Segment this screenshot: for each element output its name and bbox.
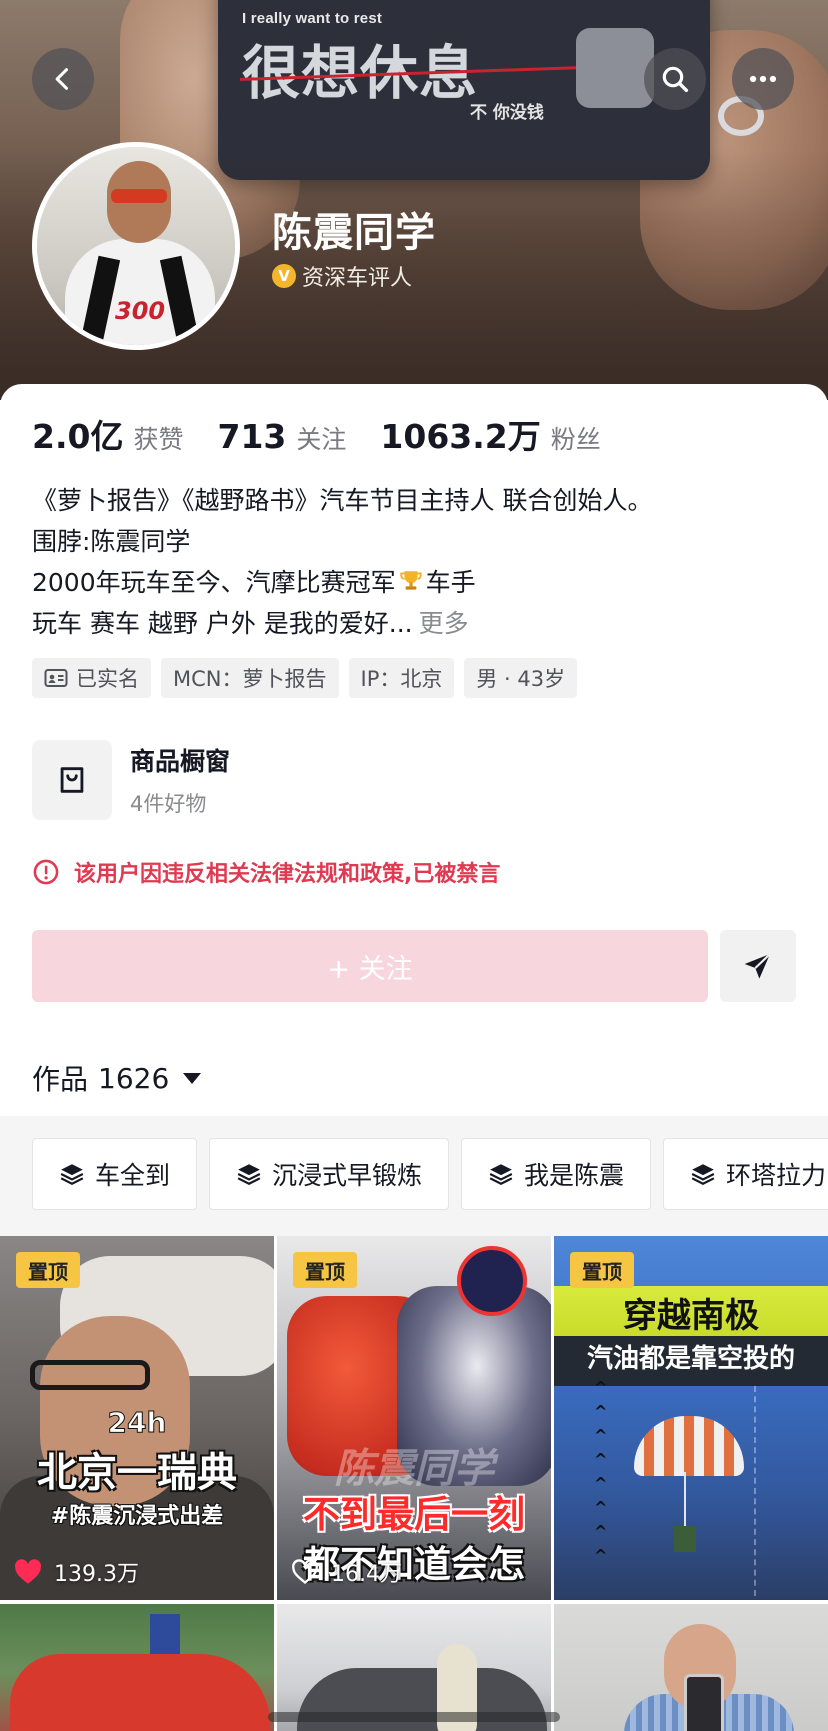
video-tile[interactable] bbox=[554, 1604, 828, 1731]
cover-subtitle: 汽油都是靠空投的 bbox=[586, 1344, 795, 1374]
avatar[interactable]: 300 bbox=[32, 142, 240, 350]
tag-label: 男 · 43岁 bbox=[476, 667, 566, 691]
stat-following[interactable]: 713 关注 bbox=[217, 417, 346, 456]
video-tile[interactable] bbox=[0, 1604, 274, 1731]
back-button[interactable] bbox=[32, 48, 94, 110]
avatar-number: 300 bbox=[115, 297, 166, 325]
cover-title: 北京一瑞典 bbox=[37, 1450, 237, 1496]
cover-hashtag: #陈震沉浸式出差 bbox=[50, 1504, 224, 1529]
shop-window-entry[interactable]: 商品橱窗 4件好物 bbox=[32, 740, 230, 820]
verification-row: V 资深车评人 bbox=[272, 260, 412, 292]
heart-outline-icon bbox=[292, 1559, 318, 1584]
collections-bar: 车全到 沉浸式早锻炼 我是陈震 环塔拉力 bbox=[0, 1116, 828, 1236]
layers-icon bbox=[60, 1164, 84, 1185]
alert-circle-icon bbox=[33, 859, 59, 885]
shop-title: 商品橱窗 bbox=[130, 747, 231, 776]
follow-button[interactable]: + 关注 bbox=[32, 930, 708, 1002]
video-tile[interactable]: 陈震同学 不到最后一刻 都不知道会怎 置顶 16.4万 bbox=[277, 1236, 551, 1600]
collection-label: 环塔拉力 bbox=[726, 1161, 827, 1190]
phone-shape bbox=[684, 1674, 724, 1731]
video-tile[interactable]: 穿越南极 汽油都是靠空投的 ^ ^ ^ ^ ^ ^ ^ ^ 置顶 bbox=[554, 1236, 828, 1600]
shop-subtitle: 4件好物 bbox=[130, 792, 207, 816]
home-indicator[interactable] bbox=[268, 1712, 560, 1722]
like-count: 16.4万 bbox=[291, 1556, 402, 1588]
layers-icon bbox=[691, 1164, 715, 1185]
glasses-shape bbox=[30, 1360, 150, 1390]
bio-line-1: 《萝卜报告》《越野路书》汽车节目主持人 联合创始人。 bbox=[32, 486, 653, 515]
cover-text-note: 不 你没钱 bbox=[470, 103, 544, 123]
works-header[interactable]: 作品 1626 bbox=[32, 1058, 202, 1098]
cover-camera-chip bbox=[576, 28, 654, 108]
collection-chip[interactable]: 沉浸式早锻炼 bbox=[209, 1138, 450, 1210]
like-count: 139.3万 bbox=[14, 1556, 139, 1588]
pinned-badge: 置顶 bbox=[16, 1252, 80, 1288]
chevron-left-icon bbox=[55, 68, 69, 90]
share-button[interactable] bbox=[720, 930, 796, 1002]
id-card-icon bbox=[44, 669, 68, 687]
profile-tags: 已实名 MCN：萝卜报告 IP：北京 男 · 43岁 bbox=[32, 658, 578, 698]
avatar-sunglasses bbox=[111, 189, 167, 203]
verified-badge-icon: V bbox=[272, 264, 296, 288]
caret-down-icon bbox=[183, 1072, 202, 1084]
layers-icon bbox=[489, 1164, 513, 1185]
tag-mcn[interactable]: MCN：萝卜报告 bbox=[161, 658, 339, 698]
bio-line-4: 玩车 赛车 越野 户外 是我的爱好... 更多 bbox=[32, 609, 469, 638]
heart-filled-icon bbox=[15, 1559, 41, 1584]
works-count: 1626 bbox=[98, 1061, 170, 1095]
parachute-shape bbox=[634, 1416, 744, 1476]
collection-chip[interactable]: 车全到 bbox=[32, 1138, 198, 1210]
bio: 《萝卜报告》《越野路书》汽车节目主持人 联合创始人。 围脖:陈震同学 2000年… bbox=[32, 480, 802, 644]
cargo-box-shape bbox=[674, 1526, 696, 1552]
verified-label: 资深车评人 bbox=[302, 266, 413, 291]
chevron-up-icon: ^ ^ ^ ^ ^ ^ ^ ^ bbox=[594, 1378, 608, 1565]
stats-row: 2.0亿 获赞 713 关注 1063.2万 粉丝 bbox=[32, 410, 635, 458]
profile-name: 陈震同学 bbox=[272, 210, 436, 256]
profile-sheet: 2.0亿 获赞 713 关注 1063.2万 粉丝 《萝卜报告》《越野路书》汽车… bbox=[0, 384, 828, 1731]
stat-label: 关注 bbox=[296, 425, 347, 454]
stat-label: 获赞 bbox=[133, 425, 184, 454]
trophy-icon bbox=[399, 571, 422, 590]
stat-value: 1063.2万 bbox=[380, 417, 541, 456]
cover-text-large: 很想休息 bbox=[242, 39, 479, 107]
bio-line-3: 2000年玩车至今、汽摩比赛冠军 车手 bbox=[32, 568, 476, 597]
helmet-shape bbox=[457, 1246, 527, 1316]
stat-likes[interactable]: 2.0亿 获赞 bbox=[32, 410, 183, 458]
bio-line-2: 围脖:陈震同学 bbox=[32, 527, 191, 556]
shop-icon-box bbox=[32, 740, 112, 820]
tag-ip: IP：北京 bbox=[348, 658, 455, 698]
layers-icon bbox=[237, 1164, 261, 1185]
more-button[interactable] bbox=[732, 48, 794, 110]
works-label: 作品 bbox=[32, 1063, 89, 1096]
ban-notice-text: 该用户因违反相关法律法规和政策,已被禁言 bbox=[74, 862, 501, 887]
collection-chip[interactable]: 我是陈震 bbox=[461, 1138, 652, 1210]
send-icon bbox=[744, 953, 771, 979]
cover-text-small: I really want to rest bbox=[242, 10, 383, 27]
pinned-badge: 置顶 bbox=[570, 1252, 634, 1288]
collection-label: 车全到 bbox=[95, 1161, 171, 1190]
search-button[interactable] bbox=[644, 48, 706, 110]
pinned-badge: 置顶 bbox=[293, 1252, 357, 1288]
shopping-bag-icon bbox=[60, 767, 84, 793]
cover-title: 不到最后一刻 bbox=[303, 1493, 525, 1536]
collection-label: 沉浸式早锻炼 bbox=[272, 1161, 423, 1190]
more-horizontal-icon bbox=[749, 75, 777, 83]
video-tile[interactable]: 24h 北京一瑞典 #陈震沉浸式出差 置顶 139.3万 bbox=[0, 1236, 274, 1600]
collection-chip[interactable]: 环塔拉力 bbox=[663, 1138, 828, 1210]
stat-value: 2.0亿 bbox=[32, 417, 124, 456]
stat-value: 713 bbox=[217, 417, 287, 456]
cover-text: 24h bbox=[107, 1406, 167, 1440]
cover-title: 穿越南极 bbox=[623, 1296, 759, 1336]
search-icon bbox=[662, 66, 689, 93]
tag-label: 已实名 bbox=[76, 667, 139, 691]
tag-real-name[interactable]: 已实名 bbox=[32, 658, 151, 698]
stat-followers[interactable]: 1063.2万 粉丝 bbox=[380, 410, 600, 458]
tag-gender-age: 男 · 43岁 bbox=[464, 658, 578, 698]
tag-label: MCN：萝卜报告 bbox=[173, 667, 327, 691]
stat-label: 粉丝 bbox=[550, 425, 601, 454]
ban-notice: 该用户因违反相关法律法规和政策,已被禁言 bbox=[32, 856, 500, 888]
bio-more-link[interactable]: 更多 bbox=[419, 609, 469, 638]
tag-label: IP：北京 bbox=[360, 667, 443, 691]
collection-label: 我是陈震 bbox=[524, 1161, 625, 1190]
red-car-shape bbox=[10, 1654, 270, 1731]
